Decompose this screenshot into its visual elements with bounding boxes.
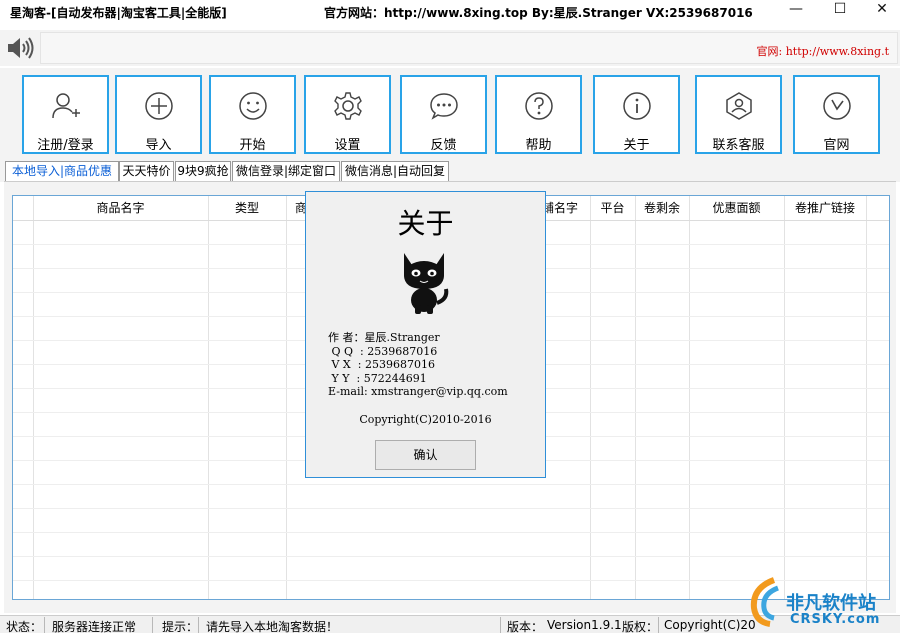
status-separator — [658, 617, 659, 633]
column-header-name[interactable]: 商品名字 — [33, 196, 208, 221]
register-login-button[interactable]: 注册/登录 — [22, 75, 109, 154]
settings-label: 设置 — [334, 138, 361, 153]
title-bar: 星淘客-[自动发布器|淘宝客工具|全能版] 官方网站：http://www.8x… — [0, 0, 900, 24]
chat-icon — [429, 93, 458, 120]
tab-local-import[interactable]: 本地导入|商品优惠 — [5, 161, 119, 181]
marquee-row: 官网: http://www.8xing.t — [0, 30, 900, 66]
about-label: 关于 — [623, 138, 650, 153]
register-login-label: 注册/登录 — [37, 138, 94, 153]
hint-label: 提示： — [162, 620, 199, 633]
plus-circle-icon — [144, 92, 173, 120]
import-button[interactable]: 导入 — [115, 75, 202, 154]
version-label: 版本： — [507, 620, 544, 633]
tab-wechat-login[interactable]: 微信登录|绑定窗口 — [232, 161, 340, 181]
row-divider — [13, 508, 889, 509]
info-icon — [622, 92, 651, 120]
dialog-copyright: Copyright(C)2010-2016 — [359, 413, 492, 426]
row-divider — [13, 532, 889, 533]
author-info: 官方网站：http://www.8xing.top By:星辰.Stranger… — [324, 6, 753, 20]
column-divider — [689, 196, 690, 599]
column-divider — [866, 196, 867, 599]
speaker-icon[interactable] — [6, 36, 36, 60]
column-header-discount[interactable]: 优惠面额 — [689, 196, 784, 221]
dialog-title: 关于 — [397, 207, 454, 240]
author-contact-info: 作 者：星辰.Stranger Q Q : 2539687016 V X : 2… — [328, 331, 508, 398]
tab-9-9-rush[interactable]: 9块9疯抢 — [175, 161, 231, 181]
status-separator — [152, 617, 153, 633]
status-separator — [198, 617, 199, 633]
website-button[interactable]: 官网 — [793, 75, 880, 154]
import-label: 导入 — [145, 138, 172, 153]
help-label: 帮助 — [525, 138, 552, 153]
about-button[interactable]: 关于 — [593, 75, 680, 154]
announcement-text: 官网: http://www.8xing.t — [756, 45, 890, 58]
status-separator — [44, 617, 45, 633]
row-divider — [13, 556, 889, 557]
status-value: 服务器连接正常 — [52, 620, 137, 633]
site-watermark: 非凡软件站 CRSKY.com — [742, 572, 900, 633]
contact-support-label: 联系客服 — [712, 138, 765, 153]
gear-icon — [333, 92, 362, 120]
column-header-platform[interactable]: 平台 — [590, 196, 635, 221]
column-header-coupon-remaining[interactable]: 卷剩余 — [635, 196, 689, 221]
toolbar: 注册/登录 导入 开始 设置 反馈 帮助 关于 联系客服 官网 — [0, 68, 900, 160]
confirm-button[interactable]: 确认 — [375, 440, 476, 470]
cat-mascot-icon — [404, 253, 449, 314]
column-divider — [635, 196, 636, 599]
hint-value: 请先导入本地淘客数据！ — [206, 620, 339, 633]
website-label: 官网 — [823, 138, 850, 153]
help-button[interactable]: 帮助 — [495, 75, 582, 154]
settings-button[interactable]: 设置 — [304, 75, 391, 154]
tab-strip: 本地导入|商品优惠 天天特价 9块9疯抢 微信登录|绑定窗口 微信消息|自动回复 — [0, 160, 900, 182]
smiley-icon — [238, 92, 267, 120]
column-divider — [590, 196, 591, 599]
user-add-icon — [51, 93, 80, 119]
maximize-button[interactable]: ☐ — [820, 0, 860, 20]
column-header-type[interactable]: 类型 — [208, 196, 286, 221]
column-divider — [208, 196, 209, 599]
start-label: 开始 — [239, 138, 266, 153]
copyright-label: 版权： — [622, 620, 659, 633]
close-button[interactable]: ✕ — [862, 0, 900, 20]
minimize-button[interactable]: — — [776, 0, 816, 20]
column-header-link[interactable]: 卷推广链接 — [784, 196, 866, 221]
feedback-button[interactable]: 反馈 — [400, 75, 487, 154]
column-divider — [286, 196, 287, 599]
window-title: 星淘客-[自动发布器|淘宝客工具|全能版] — [10, 6, 227, 20]
announcement-bar: 官网: http://www.8xing.t — [40, 32, 898, 64]
question-icon — [524, 92, 553, 120]
tab-wechat-reply[interactable]: 微信消息|自动回复 — [341, 161, 449, 181]
column-divider — [33, 196, 34, 599]
version-value: Version1.9.1 — [547, 618, 622, 632]
column-divider — [784, 196, 785, 599]
start-button[interactable]: 开始 — [209, 75, 296, 154]
status-separator — [500, 617, 501, 633]
clock-icon — [822, 92, 851, 120]
row-divider — [13, 484, 889, 485]
tab-daily-deals[interactable]: 天天特价 — [119, 161, 174, 181]
about-dialog: 关于 作 者：星辰.Stranger Q Q : 2539687016 V X … — [305, 191, 546, 478]
feedback-label: 反馈 — [430, 138, 457, 153]
status-label: 状态： — [6, 620, 43, 633]
contact-support-button[interactable]: 联系客服 — [695, 75, 782, 154]
support-icon — [725, 92, 752, 120]
watermark-logo-icon — [750, 577, 779, 627]
watermark-domain: CRSKY.com — [790, 612, 881, 627]
